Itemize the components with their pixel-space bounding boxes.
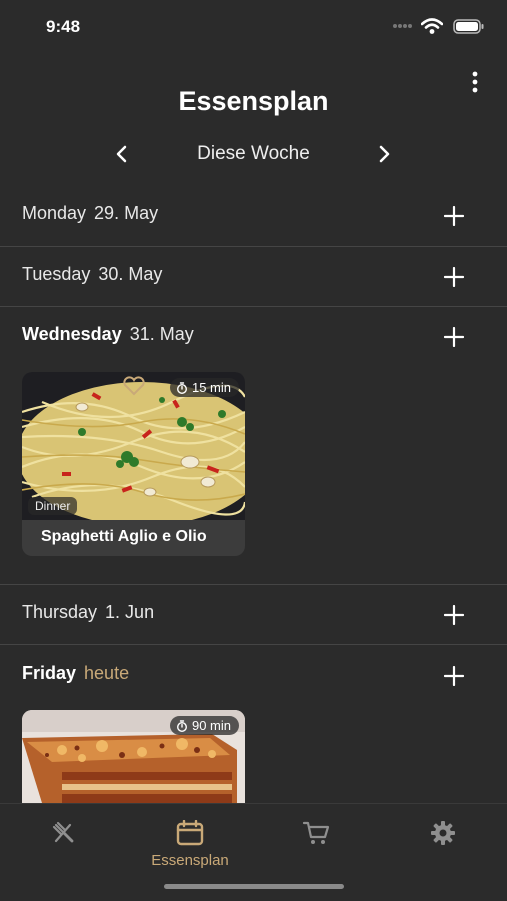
calendar-icon [176, 819, 204, 846]
gear-icon [431, 821, 455, 845]
status-bar: 9:48 [0, 0, 507, 52]
duration-text: 15 min [191, 380, 231, 395]
stopwatch-icon [176, 719, 187, 732]
recipe-title: Spaghetti Aglio e Olio [41, 528, 207, 545]
duration-badge: 15 min [169, 378, 239, 397]
add-meal-icon[interactable] [444, 206, 464, 226]
add-meal-icon[interactable] [444, 267, 464, 287]
tab-settings[interactable] [393, 820, 493, 851]
day-weekday: Friday [22, 663, 77, 683]
recipe-card[interactable]: 90 min [22, 710, 245, 803]
signal-dots-icon [393, 24, 412, 28]
cart-icon [302, 821, 330, 844]
tab-meal-plan[interactable]: Essensplan [140, 819, 240, 869]
page-title: Essensplan [178, 86, 329, 116]
divider [0, 584, 507, 585]
day-weekday: Thursday [22, 602, 98, 622]
stopwatch-icon [176, 381, 187, 394]
day-date: 31. May [129, 324, 194, 344]
today-label: heute [84, 663, 130, 683]
divider [0, 246, 507, 247]
tab-shopping-cart[interactable] [266, 820, 366, 851]
wifi-icon [421, 18, 443, 34]
day-label: Wednesday 31. May [22, 324, 194, 345]
day-date: 29. May [94, 203, 159, 223]
recipe-photo: 90 min [22, 710, 245, 803]
status-time: 9:48 [46, 17, 81, 36]
day-weekday: Monday [22, 203, 87, 223]
day-label: Thursday 1. Jun [22, 602, 154, 623]
divider [0, 644, 507, 645]
week-label: Diese Woche [197, 143, 310, 164]
battery-icon [453, 19, 484, 34]
meal-type-badge: Dinner [28, 497, 78, 515]
week-navigator: Diese Woche [0, 140, 507, 170]
heart-icon[interactable] [122, 376, 146, 396]
fork-knife-icon [52, 821, 74, 843]
day-label: Tuesday 30. May [22, 264, 162, 285]
day-weekday: Tuesday [22, 264, 91, 284]
day-weekday: Wednesday [22, 324, 122, 344]
tab-label: Essensplan [151, 852, 229, 869]
duration-badge: 90 min [169, 716, 239, 735]
duration-text: 90 min [191, 718, 231, 733]
day-label: Friday heute [22, 663, 129, 684]
tab-recipes[interactable] [14, 820, 114, 851]
add-meal-icon[interactable] [444, 327, 464, 347]
chevron-right-icon[interactable] [376, 144, 392, 164]
day-label: Monday 29. May [22, 203, 158, 224]
recipe-photo: 15 min Dinner [22, 372, 245, 526]
home-indicator[interactable] [164, 884, 344, 889]
add-meal-icon[interactable] [444, 605, 464, 625]
recipe-card[interactable]: 15 min Dinner Spaghetti Aglio e Olio [22, 372, 245, 556]
add-meal-icon[interactable] [444, 666, 464, 686]
day-date: 1. Jun [105, 602, 155, 622]
divider [0, 306, 507, 307]
day-date: 30. May [98, 264, 163, 284]
